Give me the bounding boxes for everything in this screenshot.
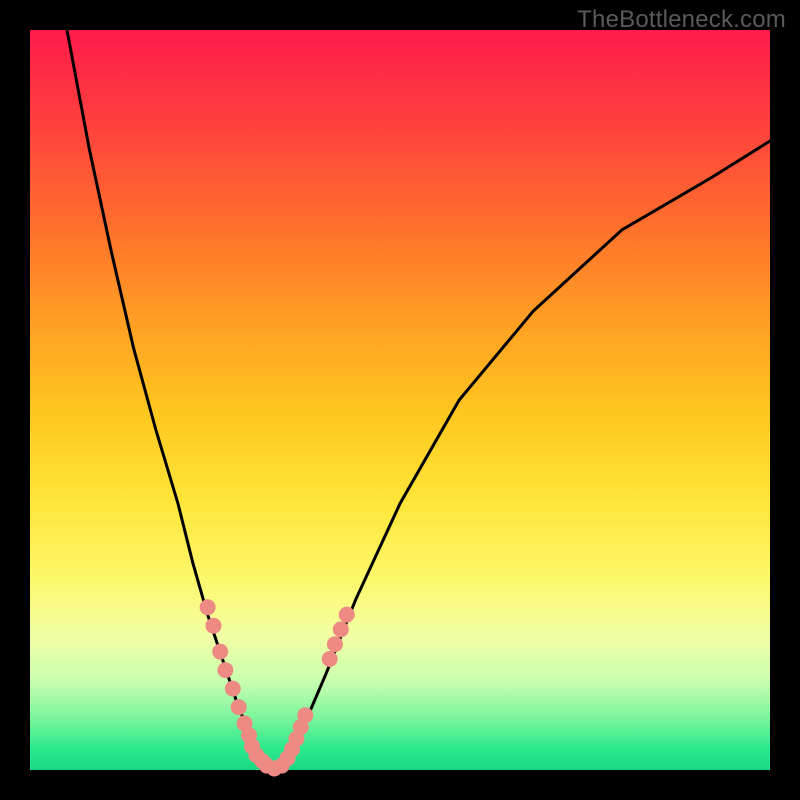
left-bottleneck-curve: [67, 30, 274, 769]
data-dot: [212, 644, 228, 660]
plot-area: [30, 30, 770, 770]
data-dot: [200, 599, 216, 615]
data-dot: [333, 621, 349, 637]
right-bottleneck-curve: [274, 141, 770, 769]
curves-svg: [30, 30, 770, 770]
data-dot: [217, 662, 233, 678]
data-dot: [297, 707, 313, 723]
data-dot: [231, 699, 247, 715]
data-dot: [206, 618, 222, 634]
data-dot: [322, 651, 338, 667]
data-dot: [327, 636, 343, 652]
data-dots-group: [200, 599, 355, 776]
chart-frame: TheBottleneck.com: [0, 0, 800, 800]
watermark-text: TheBottleneck.com: [577, 6, 786, 34]
data-dot: [225, 681, 241, 697]
data-dot: [339, 607, 355, 623]
